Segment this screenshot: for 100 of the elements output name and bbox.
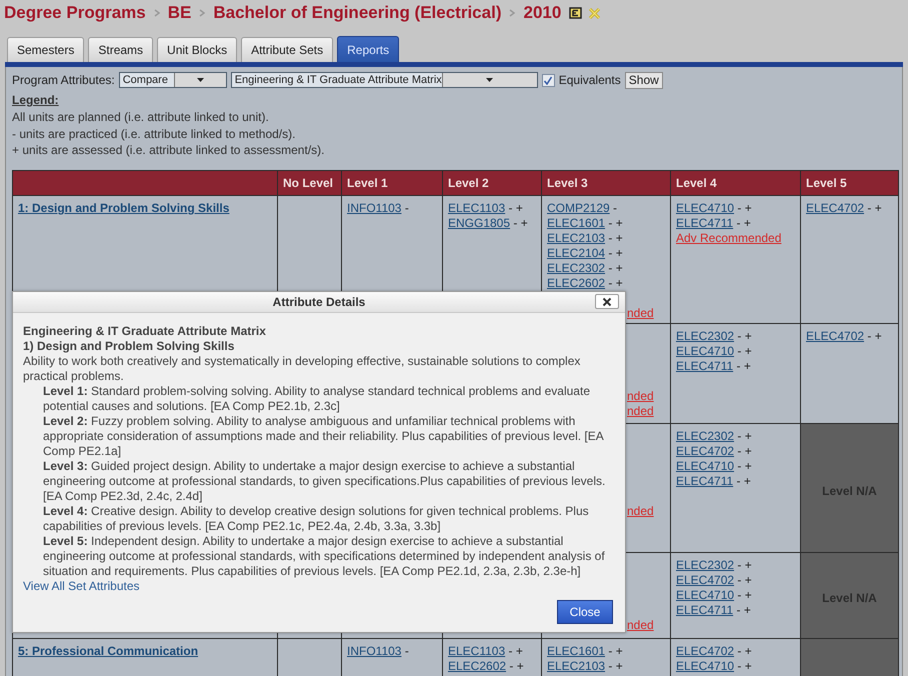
unit-marks: - + — [608, 276, 623, 290]
unit-link[interactable]: INFO1103 — [347, 644, 402, 658]
unit-marks: - + — [737, 644, 752, 658]
advice-link[interactable]: Adv Recommended — [676, 231, 782, 246]
close-icon — [602, 296, 612, 306]
unit-marks: - + — [737, 344, 752, 358]
unit-marks: - + — [737, 329, 752, 344]
level-description: Level 2: Fuzzy problem solving. Ability to analyse ambiguous and unfamiliar technical problems with appropriate consideration of assumptions made and their reliability. Plus capabilities of previous level. [EA Comp PE2.1a] — [43, 414, 605, 459]
unit-link[interactable]: ELEC2103 — [547, 659, 606, 674]
column-header: Level 3 — [547, 176, 588, 190]
unit-link[interactable]: ENGG1805 — [448, 216, 510, 230]
unit-link[interactable]: ELEC4711 — [676, 216, 734, 230]
unit-link[interactable]: ELEC4711 — [676, 474, 734, 488]
unit-link[interactable]: ELEC4711 — [676, 359, 734, 374]
attribute-description: Ability to work both creatively and systematically in developing effective, sustainable solutions to complex practical problems. — [23, 354, 582, 384]
dropdown-arrow-icon — [196, 77, 205, 83]
unit-link[interactable]: ELEC4702 — [676, 444, 734, 458]
unit-marks: - + — [736, 216, 751, 230]
unit-link[interactable]: ELEC4702 — [676, 573, 734, 588]
chevron-icon — [508, 8, 516, 18]
level-description: Level 3: Guided project design. Ability to undertake a major design exercise to achieve a substantial engineering outcome at professional standards, to given specifications.Plus capabilities of previous levels. [EA Comp PE2.3d, 2.4c, 2.4d] — [43, 459, 606, 504]
matrix-dropdown[interactable]: Engineering & IT Graduate Attribute Matrix — [230, 72, 538, 88]
column-header: Level 1 — [347, 176, 388, 190]
check-icon — [543, 76, 554, 84]
unit-link[interactable]: ELEC1103 — [448, 201, 506, 216]
unit-marks: - + — [508, 201, 523, 216]
unit-marks: - + — [737, 588, 752, 602]
unit-link[interactable]: ELEC2602 — [547, 276, 606, 290]
field-label: Program Attributes: — [12, 73, 115, 87]
unit-link[interactable]: ELEC2104 — [547, 246, 606, 260]
chevron-icon — [198, 8, 206, 18]
legend-line: All units are planned (i.e. attribute linked to unit). — [12, 110, 269, 124]
unit-link[interactable]: ELEC4702 — [806, 201, 864, 216]
level-description: Level 1: Standard problem-solving solving. Ability to analyse standard technical problems and evaluate potential causes and solutions. [EA Comp PE2.1b, 2.3c] — [43, 384, 591, 414]
column-header: Level 2 — [448, 176, 489, 190]
column-header: Level 5 — [806, 176, 847, 190]
advice-link[interactable]: nded — [627, 306, 654, 320]
unit-marks: - + — [608, 246, 623, 260]
advice-link[interactable]: nded — [627, 404, 654, 418]
legend-line: - units are practiced (i.e. attribute linked to method/s). — [12, 126, 296, 141]
unit-marks: - + — [737, 659, 752, 674]
unit-link[interactable]: ELEC2302 — [676, 429, 734, 444]
equivalents-checkbox[interactable] — [542, 74, 555, 86]
unit-link[interactable]: ELEC2602 — [448, 659, 506, 674]
unit-marks: - + — [737, 444, 752, 458]
close-button[interactable] — [595, 294, 619, 309]
unit-marks: - + — [608, 644, 623, 658]
unit-marks: - + — [737, 459, 752, 474]
unit-link[interactable]: ELEC2302 — [547, 261, 606, 276]
unit-link[interactable]: ELEC1601 — [547, 644, 606, 658]
unit-link[interactable]: ELEC4710 — [676, 588, 734, 602]
unit-link[interactable]: ELEC4702 — [676, 644, 734, 658]
unit-marks: - + — [509, 659, 524, 674]
unit-link[interactable]: ELEC2103 — [547, 231, 606, 246]
unit-link[interactable]: COMP2129 — [547, 201, 610, 216]
tab[interactable]: Unit Blocks — [157, 37, 238, 62]
unit-link[interactable]: ELEC4710 — [676, 659, 734, 674]
bracket-icon — [569, 7, 582, 19]
tab[interactable]: Reports — [337, 36, 400, 62]
dropdown-arrow-icon — [485, 77, 494, 83]
tab[interactable]: Streams — [88, 37, 154, 62]
close-button[interactable]: Close — [557, 600, 613, 624]
advice-link[interactable]: nded — [627, 389, 654, 404]
unit-marks: - + — [736, 474, 751, 488]
level-description: Level 5: Independent design. Ability to undertake a major design exercise to achieve a substantial engineering outcome at professional standards, with specifications determined by independent analysis of situation and requirements. Plus capabilities of previous levels. [EA Comp PE2.1d, 2.3a, 2.3b, 2.3e-h] — [43, 534, 606, 579]
unit-marks: - + — [608, 231, 623, 246]
view-all-link[interactable]: View All Set Attributes — [23, 579, 140, 593]
advice-link[interactable]: nded — [627, 504, 654, 518]
breadcrumb-link[interactable]: Bachelor of Engineering (Electrical) — [213, 3, 502, 23]
checkbox-label: Equivalents — [558, 73, 621, 87]
unit-marks: - + — [737, 573, 752, 588]
dialog-title: Attribute Details — [272, 295, 366, 309]
advice-link[interactable]: nded — [627, 618, 654, 632]
column-header: Level 4 — [676, 176, 717, 190]
tab[interactable]: Semesters — [7, 37, 84, 62]
unit-link[interactable]: ELEC2302 — [676, 558, 734, 572]
show-button[interactable]: Show — [624, 72, 663, 88]
unit-marks: - + — [867, 201, 882, 216]
unit-link[interactable]: ELEC4710 — [676, 344, 734, 358]
unit-link[interactable]: ELEC4710 — [676, 459, 734, 474]
legend-line: + units are assessed (i.e. attribute linked to assessment/s). — [12, 143, 324, 158]
unit-link[interactable]: INFO1103 — [347, 201, 402, 216]
unit-marks: - + — [737, 558, 752, 572]
column-header: No Level — [283, 176, 334, 190]
mode-dropdown[interactable]: Compare — [118, 72, 227, 88]
breadcrumb-link[interactable]: BE — [168, 3, 192, 23]
unit-marks: - + — [737, 429, 752, 444]
attribute-heading: 1) Design and Problem Solving Skills — [23, 339, 236, 354]
unit-link[interactable]: ELEC1103 — [448, 644, 506, 658]
unit-link[interactable]: ELEC2302 — [676, 329, 734, 344]
tab[interactable]: Attribute Sets — [241, 37, 334, 62]
unit-marks: - — [613, 201, 618, 216]
unit-link[interactable]: ELEC1601 — [547, 216, 606, 230]
attribute-link[interactable]: 1: Design and Problem Solving Skills — [18, 201, 230, 216]
unit-link[interactable]: ELEC4710 — [676, 201, 734, 216]
unit-link[interactable]: ELEC4711 — [676, 603, 734, 618]
breadcrumb-link[interactable]: Degree Programs — [4, 3, 146, 23]
unit-link[interactable]: ELEC4702 — [806, 329, 864, 344]
unit-marks: - + — [736, 359, 751, 374]
unit-marks: - + — [867, 329, 882, 344]
